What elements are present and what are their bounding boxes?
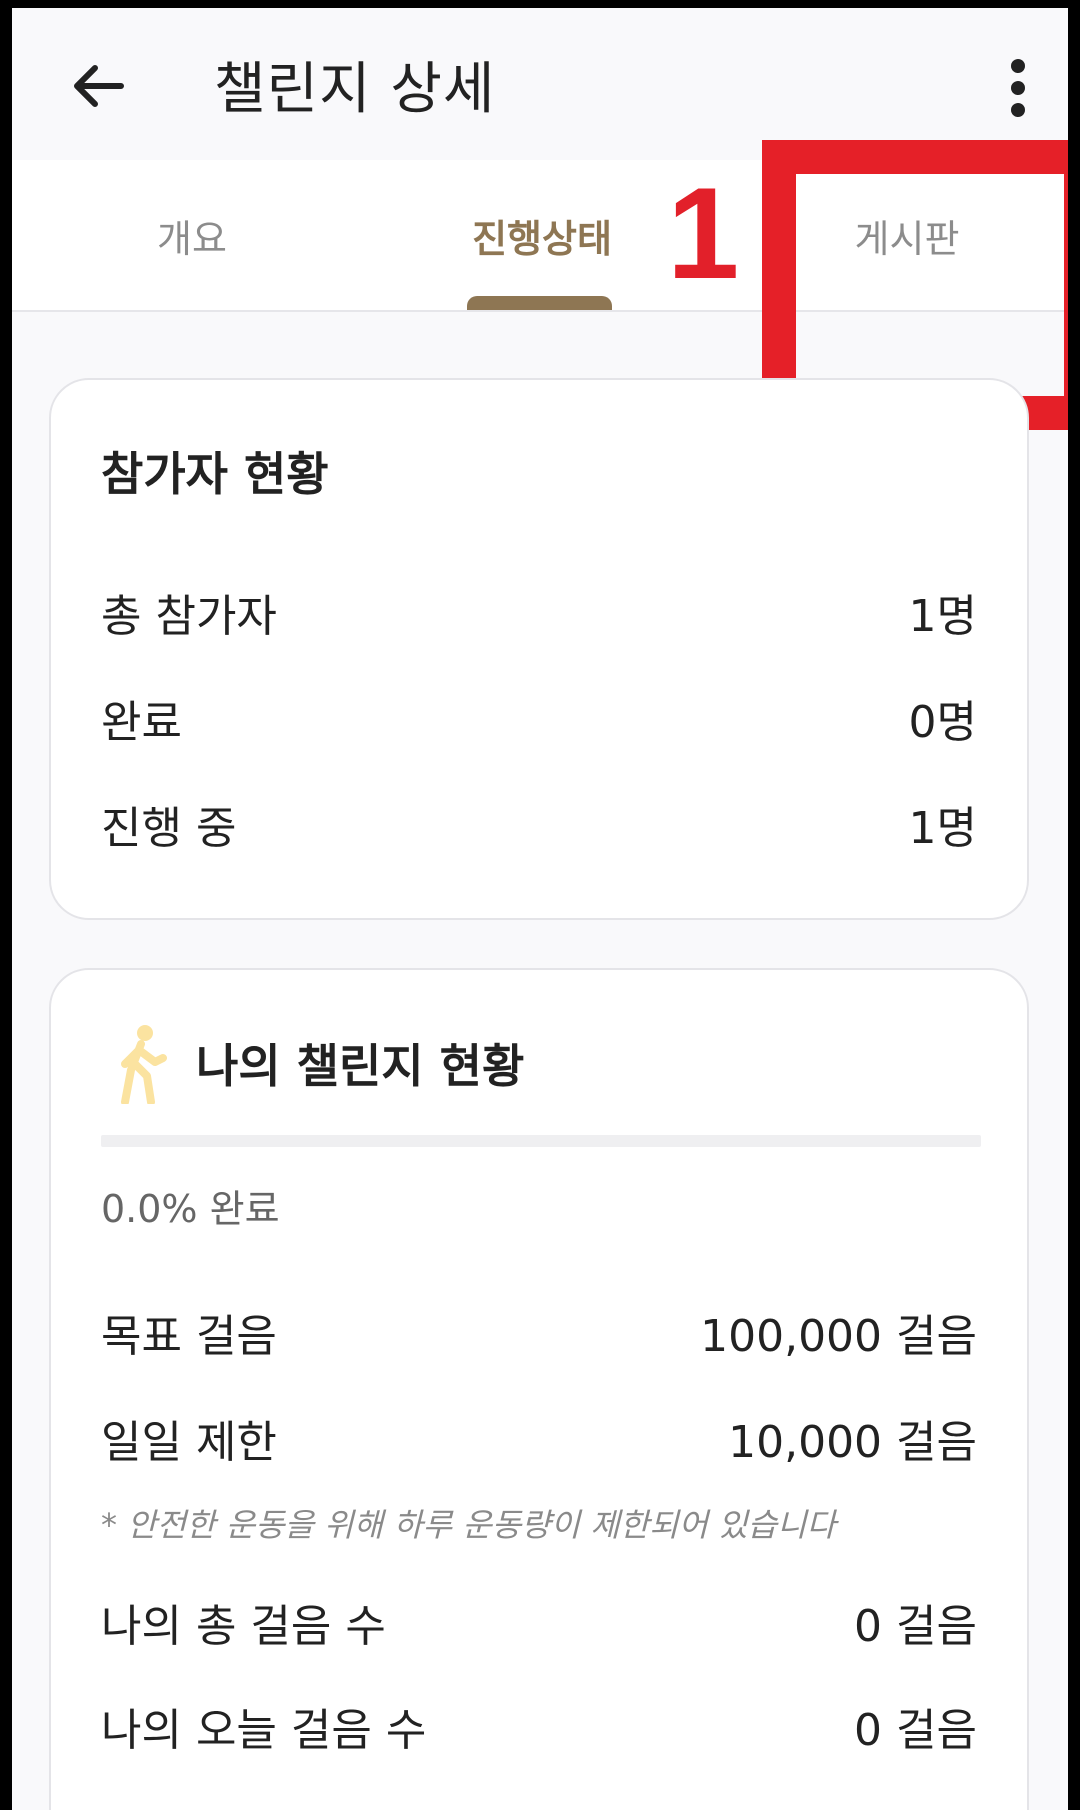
in-progress-value: 1명 bbox=[908, 803, 977, 854]
my-total-steps-value: 0 걸음 bbox=[854, 1601, 977, 1652]
my-challenge-card: 나의 챌린지 현황 0.0% 완료 목표 걸음 100,000 걸음 일일 제한… bbox=[49, 968, 1029, 1810]
tab-progress[interactable]: 진행상태 bbox=[412, 160, 672, 310]
my-today-steps-value: 0 걸음 bbox=[854, 1705, 977, 1756]
tab-overview[interactable]: 개요 bbox=[72, 160, 312, 310]
my-total-steps-label: 나의 총 걸음 수 bbox=[101, 1601, 386, 1652]
goal-steps-label: 목표 걸음 bbox=[101, 1311, 277, 1362]
daily-limit-note: * 안전한 운동을 위해 하루 운동량이 제한되어 있습니다 bbox=[101, 1506, 836, 1544]
active-tab-indicator bbox=[467, 296, 612, 310]
more-options-button[interactable] bbox=[988, 48, 1048, 128]
more-vertical-icon bbox=[1011, 59, 1025, 117]
back-button[interactable] bbox=[52, 46, 142, 126]
annotation-number: 1 bbox=[667, 160, 740, 306]
walking-person-icon bbox=[121, 1025, 167, 1104]
progress-bar bbox=[101, 1135, 981, 1147]
completed-label: 완료 bbox=[101, 697, 182, 748]
goal-steps-value: 100,000 걸음 bbox=[700, 1311, 977, 1362]
total-participants-value: 1명 bbox=[908, 591, 977, 642]
my-today-steps-label: 나의 오늘 걸음 수 bbox=[101, 1705, 427, 1756]
page-title: 챌린지 상세 bbox=[214, 57, 496, 122]
in-progress-label: 진행 중 bbox=[101, 803, 237, 854]
arrow-left-icon bbox=[74, 65, 124, 107]
daily-limit-value: 10,000 걸음 bbox=[728, 1417, 977, 1468]
participants-title: 참가자 현황 bbox=[101, 447, 329, 501]
my-challenge-title: 나의 챌린지 현황 bbox=[196, 1039, 525, 1093]
daily-limit-label: 일일 제한 bbox=[101, 1417, 277, 1468]
app-screen: 챌린지 상세 개요 진행상태 게시판 1 참가자 현황 총 참가자 1명 완료 … bbox=[12, 8, 1068, 1810]
participants-card: 참가자 현황 총 참가자 1명 완료 0명 진행 중 1명 bbox=[49, 378, 1029, 920]
progress-text: 0.0% 완료 bbox=[101, 1187, 280, 1231]
app-bar: 챌린지 상세 bbox=[12, 8, 1068, 160]
completed-value: 0명 bbox=[908, 697, 977, 748]
total-participants-label: 총 참가자 bbox=[101, 591, 277, 642]
